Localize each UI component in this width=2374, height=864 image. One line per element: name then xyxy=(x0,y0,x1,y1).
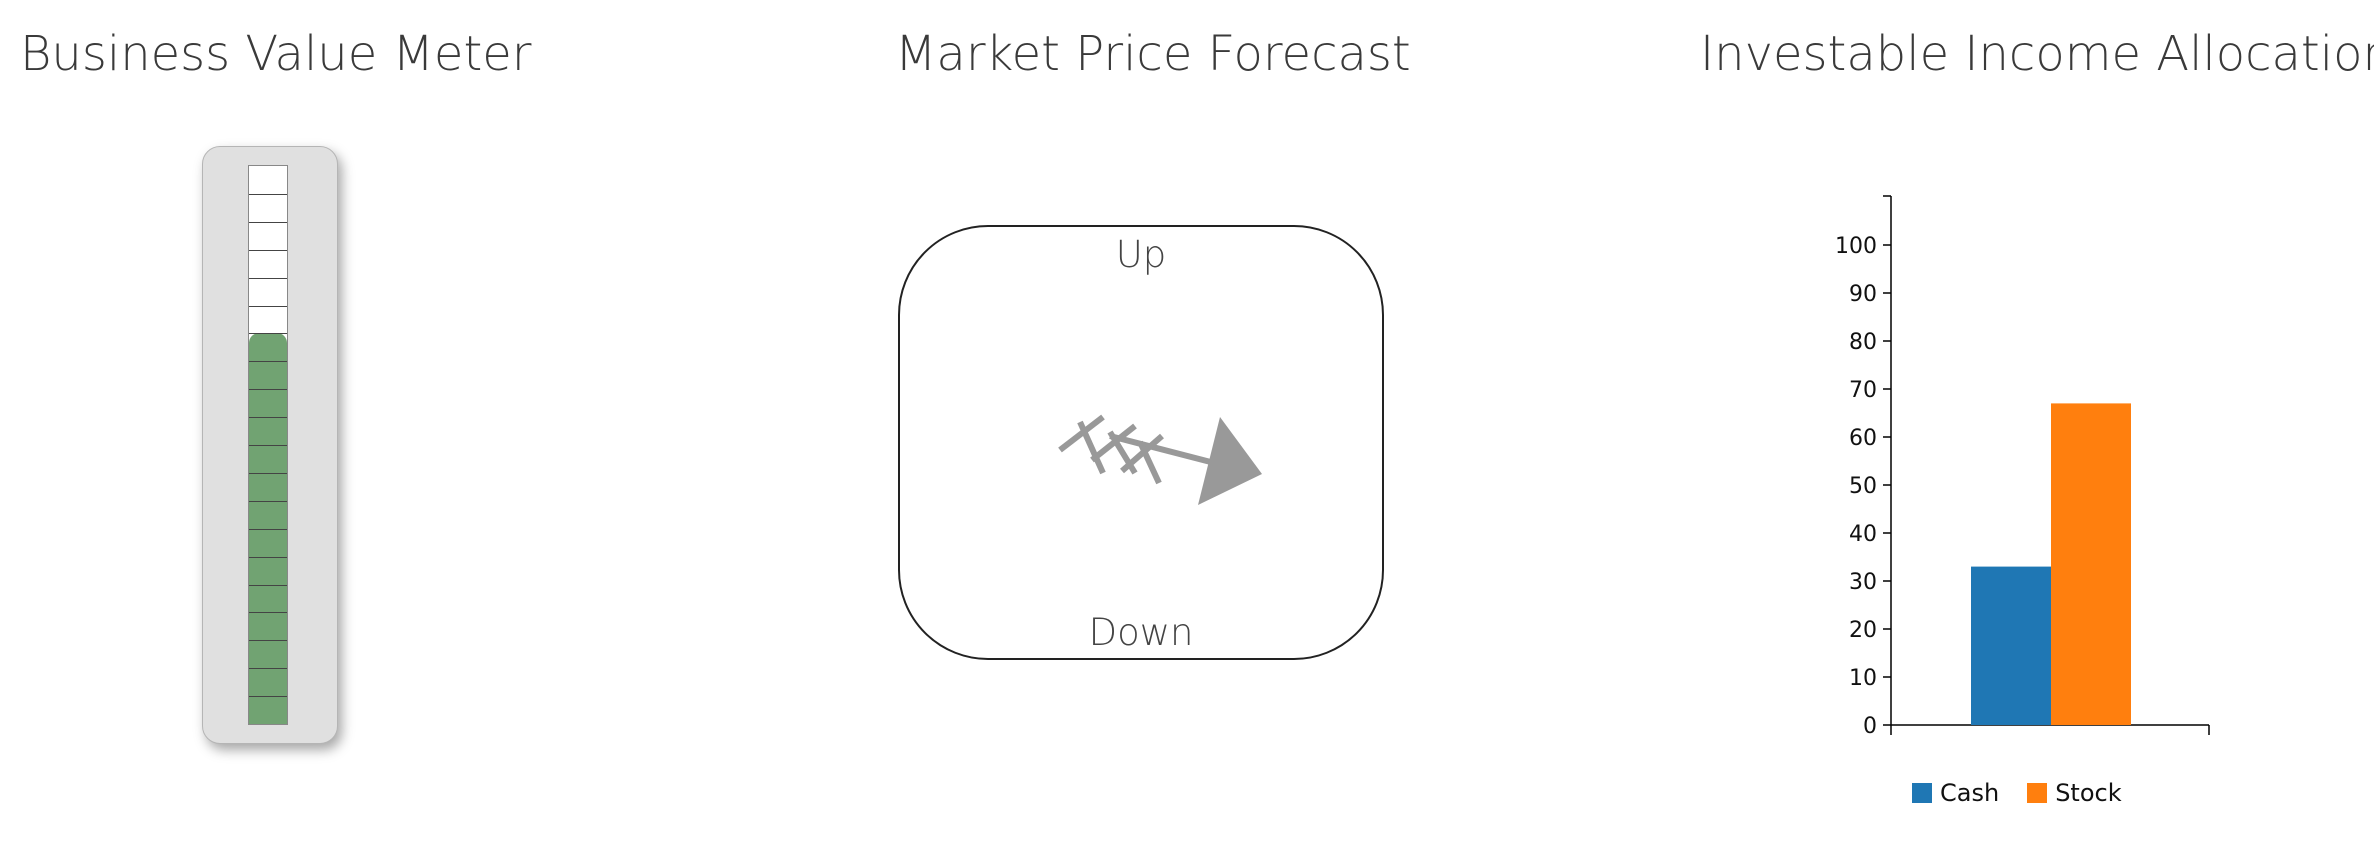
meter-tick xyxy=(249,389,287,391)
meter-tick xyxy=(249,193,287,195)
y-tick-label: 10 xyxy=(1849,666,1877,691)
y-tick-label: 90 xyxy=(1849,282,1877,307)
meter-tick xyxy=(249,277,287,279)
meter-tick xyxy=(249,445,287,446)
y-tick-label: 100 xyxy=(1835,234,1877,259)
meter-tick xyxy=(249,696,287,698)
meter-title: Business Value Meter xyxy=(20,26,532,82)
meter-tick xyxy=(249,528,287,530)
chart-legend: Cash Stock xyxy=(1912,779,2122,807)
meter-tick xyxy=(249,668,287,670)
legend-swatch xyxy=(2027,783,2048,803)
meter-tube xyxy=(248,165,288,725)
meter-tick xyxy=(249,640,287,642)
y-tick-label: 0 xyxy=(1863,714,1877,739)
y-tick-label: 20 xyxy=(1849,618,1877,643)
meter-tick xyxy=(249,221,287,223)
forecast-box: Up Down xyxy=(898,225,1384,660)
meter-tick xyxy=(249,556,287,558)
bar-cash xyxy=(1971,566,2051,725)
meter-tick xyxy=(249,612,287,614)
meter-tick xyxy=(249,249,287,251)
y-tick-label: 70 xyxy=(1849,378,1877,403)
meter-tick xyxy=(249,361,287,363)
forecast-title: Market Price Forecast xyxy=(895,26,1411,82)
meter-tick xyxy=(249,584,287,586)
meter-tick xyxy=(249,305,287,307)
y-tick-label: 40 xyxy=(1849,522,1877,547)
forecast-arrow-icon xyxy=(1058,414,1262,505)
y-tick-label: 50 xyxy=(1849,474,1877,499)
y-tick-label: 30 xyxy=(1849,570,1877,595)
meter-tick xyxy=(249,417,287,419)
allocation-title: Investable Income Allocation xyxy=(1700,26,2374,82)
legend-item-stock: Stock xyxy=(2027,779,2122,807)
y-tick-label: 60 xyxy=(1849,426,1877,451)
meter-tick xyxy=(249,472,287,474)
bar-stock xyxy=(2051,403,2131,725)
legend-label: Stock xyxy=(2055,779,2122,807)
legend-label: Cash xyxy=(1940,779,2000,807)
legend-item-cash: Cash xyxy=(1912,779,1999,807)
legend-swatch xyxy=(1912,783,1932,803)
allocation-bar-chart: 0 10 20 30 40 50 60 70 80 90 100 xyxy=(1835,195,2210,739)
y-tick-label: 80 xyxy=(1849,330,1877,355)
meter-tick xyxy=(249,500,287,502)
meter-tick xyxy=(249,333,287,335)
